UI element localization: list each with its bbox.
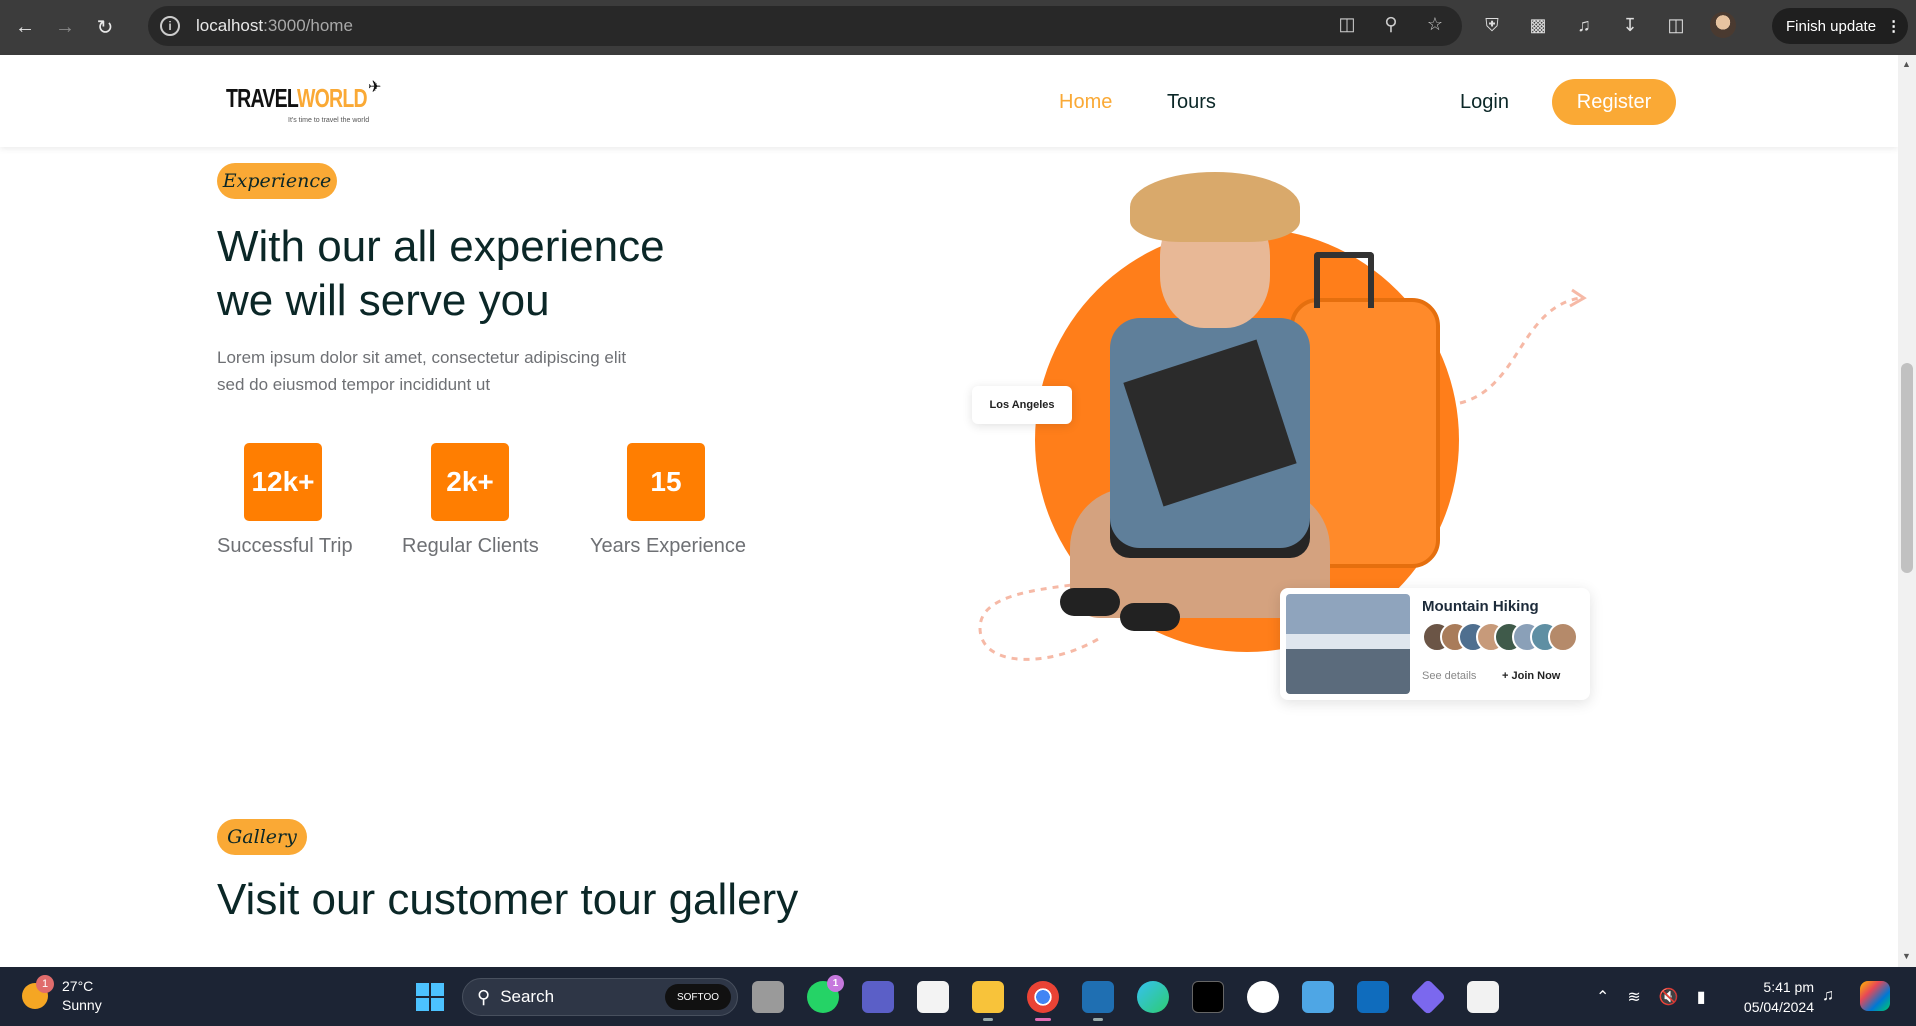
stat-label: Years Experience — [590, 535, 747, 557]
extensions-icon[interactable]: ▩ — [1526, 15, 1550, 36]
page-scrollbar[interactable]: ▲ ▼ — [1898, 55, 1916, 967]
profile-avatar[interactable] — [1710, 12, 1736, 38]
system-tray: ⌃ ≋ 🔇 ▮ — [1596, 987, 1706, 1007]
copilot-icon[interactable] — [1860, 981, 1890, 1011]
traveler-shoe — [1120, 603, 1180, 631]
stat-value: 2k+ — [431, 443, 509, 521]
stat-label: Successful Trip — [217, 535, 353, 557]
taskbar-clock[interactable]: 5:41 pm 05/04/2024 — [1734, 977, 1814, 1017]
experience-headline: With our all experience we will serve yo… — [217, 222, 665, 325]
logo-tagline: It's time to travel the world — [288, 117, 370, 124]
logo-text: TRAVELWORLD — [226, 83, 368, 113]
softoo-badge: SOFTOO — [665, 984, 731, 1010]
snipping-tool-icon[interactable] — [1467, 981, 1499, 1013]
back-icon[interactable]: ← — [10, 13, 40, 43]
mountain-hiking-card[interactable]: Mountain Hiking See details + Join Now — [1280, 588, 1590, 700]
chrome-icon[interactable] — [1027, 981, 1059, 1021]
stat-label: Regular Clients — [402, 535, 539, 557]
vscode-icon[interactable] — [1082, 981, 1114, 1021]
task-view-icon[interactable] — [752, 981, 784, 1013]
teams-icon[interactable] — [862, 981, 894, 1013]
gallery-subtitle: Gallery — [217, 819, 307, 855]
site-header: TRAVELWORLD ✈ It's time to travel the wo… — [0, 55, 1898, 147]
login-button[interactable]: Login — [1460, 91, 1509, 114]
address-bar[interactable]: i localhost:3000/home ◫ ⚲ ☆ — [148, 6, 1462, 46]
store-icon[interactable] — [917, 981, 949, 1013]
downloads-icon[interactable]: ↧ — [1618, 15, 1642, 36]
scroll-up-icon[interactable]: ▲ — [1902, 59, 1911, 69]
zoom-icon[interactable]: ⚲ — [1380, 14, 1402, 35]
install-app-icon[interactable]: ◫ — [1336, 14, 1358, 35]
card-title: Mountain Hiking — [1422, 598, 1539, 615]
experience-illustration: Los Angeles Mountain Hiking See details … — [960, 158, 1600, 718]
forward-icon[interactable]: → — [50, 13, 80, 43]
reload-icon[interactable]: ↻ — [90, 13, 120, 43]
shield-extension-icon[interactable]: ⛨ — [1480, 15, 1504, 36]
register-button[interactable]: Register — [1552, 79, 1676, 125]
windows-taskbar: 1 27°C Sunny ⚲ Search SOFTOO 1 ⌃ ≋ 🔇 ▮ 5… — [0, 967, 1916, 1026]
scrollbar-thumb[interactable] — [1901, 363, 1913, 573]
plane-icon: ✈ — [368, 79, 382, 96]
mountain-photo — [1286, 594, 1410, 694]
browser-toolbar: ← → ↻ i localhost:3000/home ◫ ⚲ ☆ ⛨ ▩ ♫ … — [0, 0, 1916, 55]
gallery-headline: Visit our customer tour gallery — [217, 875, 799, 924]
nav-tours[interactable]: Tours — [1167, 91, 1216, 114]
site-info-icon[interactable]: i — [160, 16, 180, 36]
whatsapp-icon[interactable]: 1 — [807, 975, 844, 1013]
windows-start-icon[interactable] — [416, 983, 444, 1011]
experience-subtitle: Experience — [217, 163, 337, 199]
stat-value: 15 — [627, 443, 705, 521]
battery-icon[interactable]: ▮ — [1697, 987, 1706, 1007]
url-text[interactable]: localhost:3000/home — [196, 16, 353, 36]
notepad-icon[interactable] — [1302, 981, 1334, 1013]
terminal-icon[interactable] — [1192, 981, 1224, 1013]
file-explorer-icon[interactable] — [972, 981, 1004, 1021]
traveler-shoe — [1060, 588, 1120, 616]
see-details-link[interactable]: See details — [1422, 670, 1476, 682]
taskbar-search[interactable]: ⚲ Search SOFTOO — [462, 978, 738, 1016]
join-now-link[interactable]: + Join Now — [1502, 670, 1560, 682]
outlook-icon[interactable] — [1357, 981, 1389, 1013]
finish-update-button[interactable]: Finish update ⋮ — [1772, 8, 1908, 44]
media-control-icon[interactable]: ♫ — [1572, 15, 1596, 36]
stat-value: 12k+ — [244, 443, 322, 521]
search-icon: ⚲ — [477, 986, 491, 1007]
weather-condition: Sunny — [62, 997, 102, 1013]
participant-avatars — [1422, 622, 1578, 652]
weather-widget[interactable]: 1 27°C Sunny — [22, 975, 102, 1015]
weather-badge: 1 — [36, 975, 54, 993]
side-panel-icon[interactable]: ◫ — [1664, 15, 1688, 36]
temperature: 27°C — [62, 978, 94, 994]
chevron-up-icon[interactable]: ⌃ — [1596, 987, 1609, 1007]
sun-icon: 1 — [22, 975, 54, 1009]
stat-years-experience: 15 Years Experience — [590, 443, 747, 558]
mongodb-icon[interactable] — [1247, 981, 1279, 1013]
power-automate-icon[interactable] — [1409, 978, 1447, 1016]
traveler-hat — [1130, 172, 1300, 242]
menu-dots-icon[interactable]: ⋮ — [1886, 17, 1901, 35]
edge-icon[interactable] — [1137, 981, 1169, 1013]
nav-home[interactable]: Home — [1059, 91, 1112, 114]
location-tag: Los Angeles — [972, 386, 1072, 424]
volume-muted-icon[interactable]: 🔇 — [1659, 987, 1679, 1007]
stat-regular-clients: 2k+ Regular Clients — [402, 443, 539, 558]
scroll-down-icon[interactable]: ▼ — [1902, 951, 1911, 961]
wifi-icon[interactable]: ≋ — [1627, 987, 1640, 1007]
travel-world-logo[interactable]: TRAVELWORLD ✈ It's time to travel the wo… — [226, 79, 386, 133]
bookmark-star-icon[interactable]: ☆ — [1424, 14, 1446, 35]
stat-successful-trip: 12k+ Successful Trip — [217, 443, 353, 558]
notification-bell-icon[interactable]: ♫ — [1822, 987, 1834, 1005]
experience-description: Lorem ipsum dolor sit amet, consectetur … — [217, 348, 627, 394]
